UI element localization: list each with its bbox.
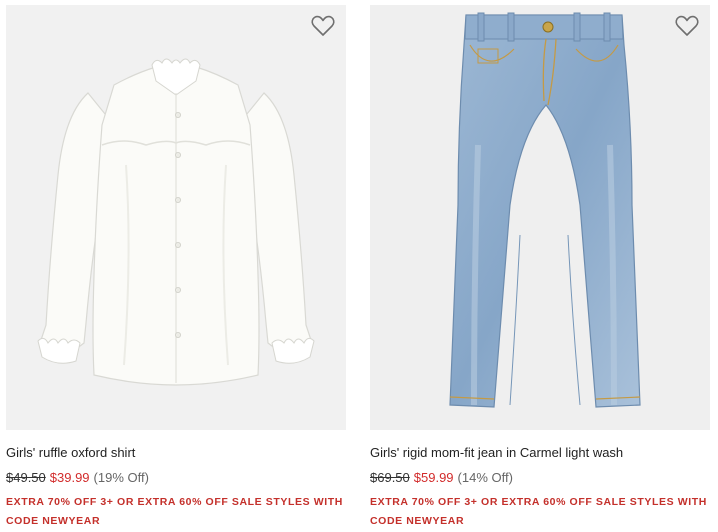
promo-message: EXTRA 70% OFF 3+ OR EXTRA 60% OFF SALE S…	[370, 496, 707, 527]
product-title[interactable]: Girls' rigid mom-fit jean in Carmel ligh…	[370, 444, 710, 462]
promo-message: EXTRA 70% OFF 3+ OR EXTRA 60% OFF SALE S…	[6, 496, 343, 527]
price-row: $49.50 $39.99 (19% Off)	[6, 469, 346, 487]
sale-price: $39.99	[49, 470, 90, 485]
discount-percent: (19% Off)	[93, 470, 149, 485]
original-price: $49.50	[6, 470, 46, 485]
product-image-shirt[interactable]	[6, 5, 346, 430]
product-title[interactable]: Girls' ruffle oxford shirt	[6, 444, 346, 462]
original-price: $69.50	[370, 470, 410, 485]
product-card[interactable]: Girls' rigid mom-fit jean in Carmel ligh…	[370, 5, 710, 531]
discount-percent: (14% Off)	[457, 470, 513, 485]
product-image-container[interactable]	[370, 5, 710, 430]
product-image-jeans[interactable]	[370, 5, 710, 430]
product-grid: Girls' ruffle oxford shirt $49.50 $39.99(…	[0, 0, 718, 532]
price-row: $69.50 $59.99 (14% Off)	[370, 469, 710, 487]
product-card[interactable]: Girls' ruffle oxford shirt $49.50 $39.99(…	[6, 5, 346, 531]
wishlist-heart-icon[interactable]	[310, 14, 336, 38]
product-image-container[interactable]	[6, 5, 346, 430]
sale-price: $59.99	[413, 470, 454, 485]
wishlist-heart-icon[interactable]	[674, 14, 700, 38]
